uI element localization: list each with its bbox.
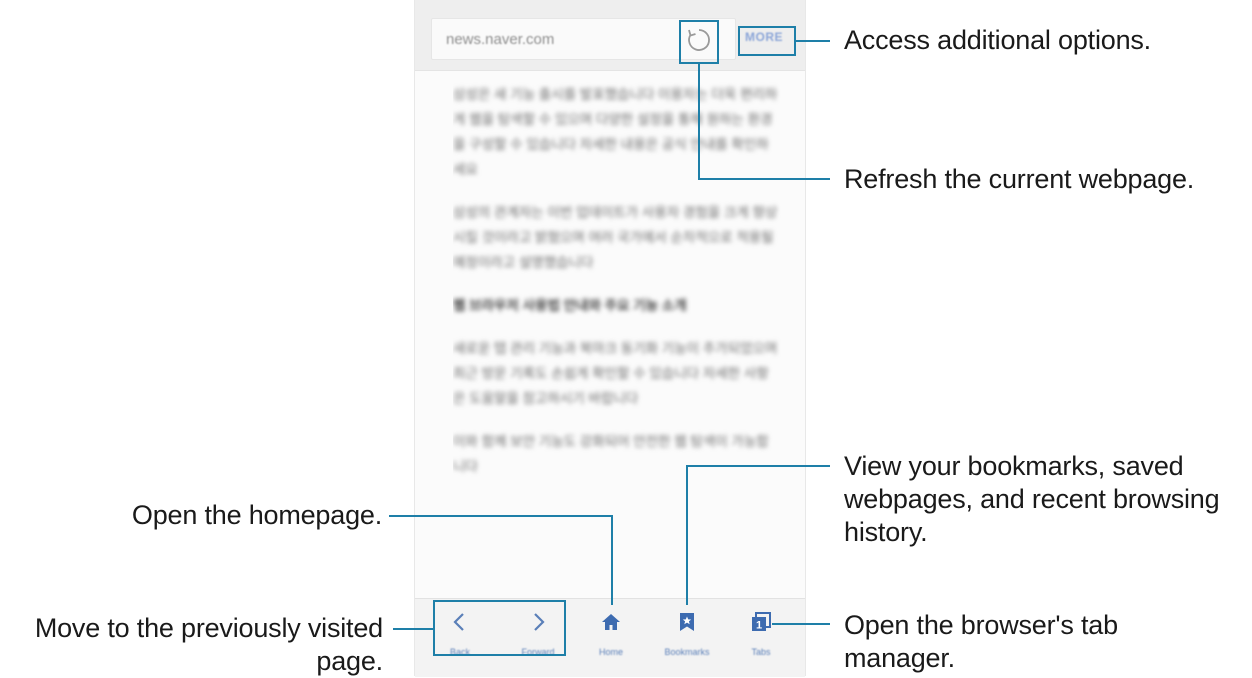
home-button[interactable]: Home	[576, 599, 646, 677]
content-paragraph: 새로운 탭 관리 기능과 북마크 동기화 기능이 추가되었으며 최근 방문 기록…	[453, 341, 778, 406]
bookmark-icon	[680, 613, 694, 631]
annotation-back: Move to the previously visited page.	[35, 612, 383, 678]
tabs-label: Tabs	[751, 647, 771, 657]
more-highlight	[738, 26, 796, 56]
tabs-icon: 1	[752, 612, 771, 632]
refresh-highlight	[679, 20, 719, 64]
callout-line	[698, 178, 830, 180]
callout-line	[698, 64, 700, 180]
annotation-home: Open the homepage.	[131, 500, 382, 530]
callout-line	[611, 515, 613, 605]
content-paragraph: 삼성은 새 기능 출시를 발표했습니다 이용자는 더욱 편리하게 웹을 탐색할 …	[453, 87, 778, 177]
callout-line	[393, 628, 433, 630]
browser-screen: news.naver.com MORE 삼성은 새 기능 출시를 발표했습니다 …	[414, 0, 806, 677]
annotation-tabs-line: Open the browser's tab	[844, 610, 1118, 640]
callout-line	[686, 465, 688, 605]
annotation-bookmarks-line: View your bookmarks, saved	[844, 451, 1184, 481]
home-label: Home	[598, 647, 623, 657]
tab-count: 1	[756, 620, 762, 632]
callout-line	[796, 40, 830, 42]
content-paragraph: 삼성의 관계자는 이번 업데이트가 사용자 경험을 크게 향상시킬 것이라고 밝…	[453, 205, 778, 270]
callout-line	[772, 623, 830, 625]
content-paragraph: 이와 함께 보안 기능도 강화되어 안전한 웹 탐색이 가능합니다	[453, 434, 769, 474]
callout-line	[686, 465, 830, 467]
back-forward-highlight	[433, 600, 566, 656]
tabs-button[interactable]: 1 Tabs	[726, 599, 796, 677]
content-heading: 웹 브라우저 사용법 안내와 주요 기능 소개	[453, 298, 687, 313]
annotation-tabs: Open the browser's tab manager.	[844, 609, 1118, 675]
annotation-bookmarks: View your bookmarks, saved webpages, and…	[844, 450, 1220, 549]
url-text: news.naver.com	[446, 31, 555, 48]
home-icon	[602, 614, 620, 630]
annotation-back-line: Move to the previously visited	[34, 613, 383, 643]
annotation-bookmarks-line: webpages, and recent browsing	[844, 484, 1220, 514]
annotation-bookmarks-line: history.	[844, 517, 928, 547]
bookmarks-label: Bookmarks	[664, 647, 710, 657]
callout-line	[389, 515, 613, 517]
bookmarks-button[interactable]: Bookmarks	[652, 599, 722, 677]
annotation-refresh: Refresh the current webpage.	[844, 164, 1195, 194]
annotation-tabs-line: manager.	[844, 643, 955, 673]
annotation-back-line: page.	[316, 646, 383, 676]
annotation-more: Access additional options.	[844, 25, 1151, 55]
